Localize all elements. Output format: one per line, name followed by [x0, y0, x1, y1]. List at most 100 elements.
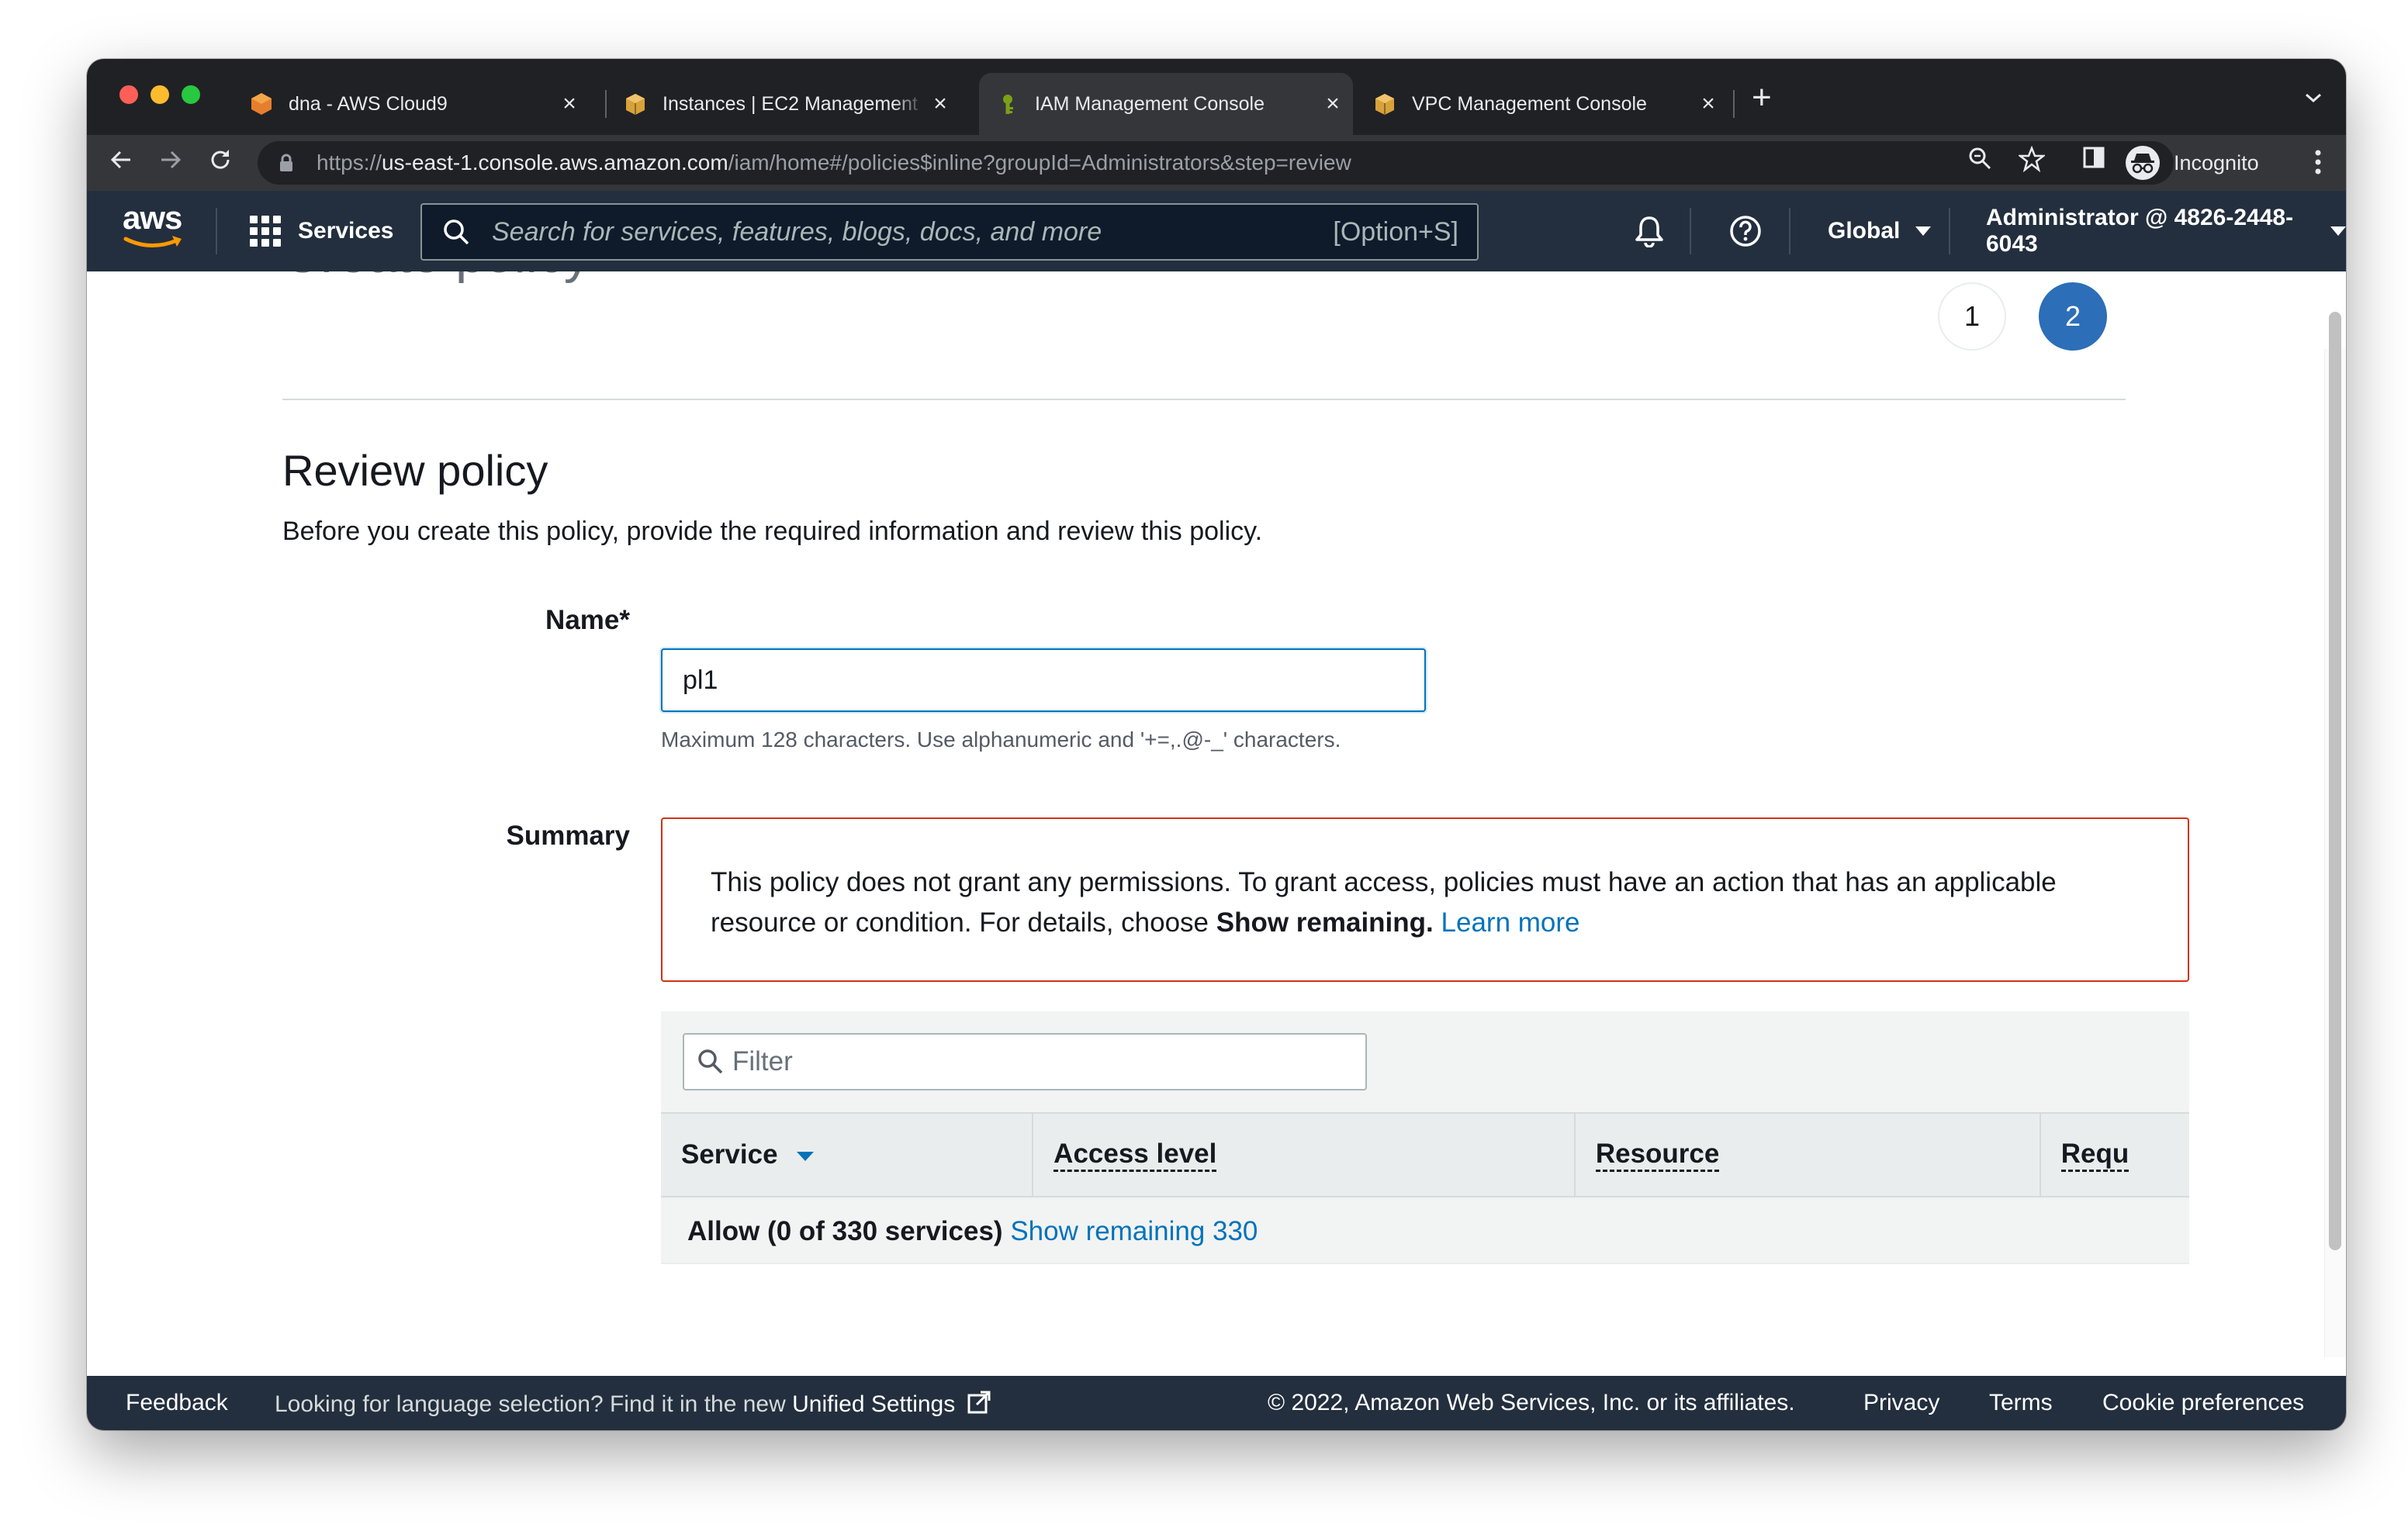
- column-label: Access level: [1054, 1139, 1217, 1172]
- incognito-profile-button[interactable]: Incognito: [2126, 143, 2259, 183]
- nav-divider: [1789, 208, 1790, 254]
- section-heading: Review policy: [282, 446, 548, 495]
- lock-icon: [279, 154, 301, 172]
- warning-bold: Show remaining.: [1216, 907, 1434, 938]
- address-bar[interactable]: https://us-east-1.console.aws.amazon.com…: [258, 141, 2174, 185]
- name-hint: Maximum 128 characters. Use alphanumeric…: [661, 727, 1341, 752]
- back-arrow-icon[interactable]: [107, 146, 135, 180]
- tab-title: VPC Management Console: [1412, 92, 1647, 115]
- url-path: /iam/home#/policies$inline?groupId=Admin…: [728, 150, 1351, 175]
- close-icon[interactable]: ×: [1693, 91, 1724, 117]
- tab-title: dna - AWS Cloud9: [289, 92, 448, 115]
- column-label: Requ: [2060, 1139, 2129, 1172]
- caret-down-icon: [1915, 226, 1932, 236]
- wizard-step-1[interactable]: 1: [1938, 282, 2006, 351]
- column-header-request-condition[interactable]: Requ: [2041, 1114, 2189, 1196]
- ec2-icon: [622, 91, 649, 117]
- policy-name-input[interactable]: [661, 648, 1426, 712]
- services-menu-button[interactable]: Services: [250, 211, 393, 251]
- main-content: Create policy 1 2 Review policy Before y…: [87, 271, 2346, 1376]
- profile-label: Incognito: [2174, 150, 2259, 175]
- maximize-window-button[interactable]: [182, 85, 200, 104]
- tab-search-chevron-icon[interactable]: [2304, 85, 2323, 109]
- reload-icon[interactable]: [206, 146, 234, 180]
- copyright-text: © 2022, Amazon Web Services, Inc. or its…: [1268, 1390, 1795, 1415]
- aws-smile-icon: [123, 236, 182, 248]
- search-placeholder: Search for services, features, blogs, do…: [492, 216, 1102, 247]
- side-panel-icon[interactable]: [2082, 146, 2105, 175]
- external-link-icon: [967, 1390, 991, 1421]
- vpc-icon: [1372, 91, 1398, 117]
- help-icon[interactable]: [1727, 213, 1764, 250]
- url-scheme: https://: [317, 150, 382, 175]
- aws-logo-text: aws: [123, 199, 182, 236]
- language-prompt: Looking for language selection? Find it …: [275, 1390, 991, 1421]
- tab-separator: [1733, 90, 1735, 118]
- aws-top-nav: aws Services Search for services, featur…: [87, 191, 2346, 271]
- nav-divider: [1949, 208, 1950, 254]
- allow-summary-row: Allow (0 of 330 services) Show remaining…: [687, 1216, 1258, 1247]
- tab-strip: dna - AWS Cloud9 × Instances | EC2 Manag…: [87, 59, 2346, 135]
- browser-window: dna - AWS Cloud9 × Instances | EC2 Manag…: [87, 59, 2346, 1430]
- sort-caret-icon: [796, 1152, 814, 1161]
- close-icon[interactable]: ×: [1317, 91, 1348, 117]
- account-menu[interactable]: Administrator @ 4826-2448-6043: [1986, 205, 2346, 257]
- browser-menu-icon[interactable]: [2315, 149, 2321, 179]
- console-footer: Feedback Looking for language selection?…: [87, 1376, 2346, 1430]
- close-window-button[interactable]: [119, 85, 138, 104]
- search-icon: [697, 1048, 725, 1076]
- divider: [282, 399, 2126, 400]
- browser-tab-cloud9[interactable]: dna - AWS Cloud9 ×: [233, 73, 590, 135]
- aws-search-input[interactable]: Search for services, features, blogs, do…: [420, 203, 1479, 261]
- learn-more-link[interactable]: Learn more: [1441, 907, 1580, 938]
- wizard-step-2: 2: [2039, 282, 2107, 351]
- incognito-icon: [2126, 146, 2160, 180]
- summary-label: Summary: [506, 821, 630, 851]
- table-header: Service Access level Resource Requ: [661, 1112, 2189, 1197]
- privacy-link[interactable]: Privacy: [1863, 1390, 1939, 1416]
- terms-link[interactable]: Terms: [1989, 1390, 2053, 1416]
- tab-title: Instances | EC2 Management Console: [663, 92, 925, 115]
- column-header-access-level[interactable]: Access level: [1033, 1114, 1576, 1196]
- forward-arrow-icon[interactable]: [157, 146, 185, 180]
- filter-placeholder: Filter: [732, 1046, 793, 1077]
- bookmark-star-icon[interactable]: [2017, 145, 2046, 178]
- feedback-link[interactable]: Feedback: [126, 1390, 228, 1416]
- filter-input[interactable]: Filter: [683, 1033, 1367, 1090]
- close-icon[interactable]: ×: [554, 91, 585, 117]
- caret-down-icon: [2330, 226, 2346, 236]
- section-description: Before you create this policy, provide t…: [282, 517, 1263, 546]
- column-header-resource[interactable]: Resource: [1576, 1114, 2041, 1196]
- page-title: Create policy: [282, 271, 590, 285]
- column-label: Resource: [1595, 1139, 1720, 1172]
- allow-count-text: Allow (0 of 330 services): [687, 1216, 1003, 1246]
- browser-toolbar: https://us-east-1.console.aws.amazon.com…: [87, 135, 2346, 191]
- aws-logo[interactable]: aws: [123, 202, 185, 256]
- browser-tab-iam[interactable]: IAM Management Console ×: [979, 73, 1353, 135]
- close-icon[interactable]: ×: [925, 91, 956, 117]
- account-label: Administrator @ 4826-2448-6043: [1986, 205, 2294, 257]
- browser-tab-vpc[interactable]: VPC Management Console ×: [1356, 73, 1728, 135]
- no-permissions-warning: This policy does not grant any permissio…: [661, 817, 2189, 982]
- region-selector[interactable]: Global: [1828, 213, 1932, 250]
- minimize-window-button[interactable]: [150, 85, 169, 104]
- unified-settings-link[interactable]: Unified Settings: [792, 1391, 955, 1417]
- cloud9-icon: [248, 91, 275, 117]
- show-remaining-link[interactable]: Show remaining 330: [1010, 1216, 1258, 1246]
- url-host: us-east-1.console.aws.amazon.com: [382, 150, 728, 175]
- policy-summary-table: Filter Service Access level Resource Req…: [661, 1011, 2189, 1264]
- language-prompt-text: Looking for language selection? Find it …: [275, 1391, 786, 1417]
- name-field-label: Name*: [545, 605, 630, 635]
- scrollbar-thumb[interactable]: [2329, 312, 2341, 1250]
- browser-tab-ec2[interactable]: Instances | EC2 Management Console ×: [607, 73, 960, 135]
- region-label: Global: [1828, 218, 1901, 244]
- column-label: Service: [681, 1139, 778, 1170]
- grid-menu-icon: [250, 216, 281, 247]
- tab-title: IAM Management Console: [1035, 92, 1265, 115]
- cookie-preferences-link[interactable]: Cookie preferences: [2102, 1390, 2304, 1416]
- iam-icon: [995, 91, 1021, 117]
- zoom-icon[interactable]: [1967, 146, 1992, 177]
- column-header-service[interactable]: Service: [661, 1114, 1034, 1196]
- notifications-bell-icon[interactable]: [1631, 213, 1668, 250]
- new-tab-button[interactable]: +: [1752, 81, 1772, 115]
